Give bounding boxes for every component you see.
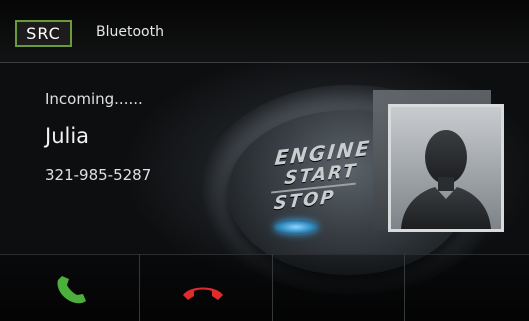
engine-button-led	[274, 220, 318, 234]
header-bar: SRC Bluetooth	[0, 0, 529, 63]
source-title: Bluetooth	[96, 24, 164, 40]
accept-call-button[interactable]	[0, 254, 140, 321]
caller-name: Julia	[45, 124, 90, 148]
call-status: Incoming......	[45, 90, 143, 108]
person-silhouette-icon	[401, 130, 491, 229]
reject-call-icon	[183, 287, 223, 300]
call-action-slot-3[interactable]	[273, 254, 405, 321]
reject-call-button[interactable]	[140, 254, 273, 321]
call-action-slot-4[interactable]	[405, 254, 529, 321]
caller-number: 321-985-5287	[45, 166, 152, 184]
accept-call-icon	[57, 276, 86, 304]
phone-call-screen: ENGINE START STOP SRC Bluetooth Incoming…	[0, 0, 529, 321]
src-button[interactable]: SRC	[15, 20, 72, 47]
contact-photo	[388, 104, 504, 232]
